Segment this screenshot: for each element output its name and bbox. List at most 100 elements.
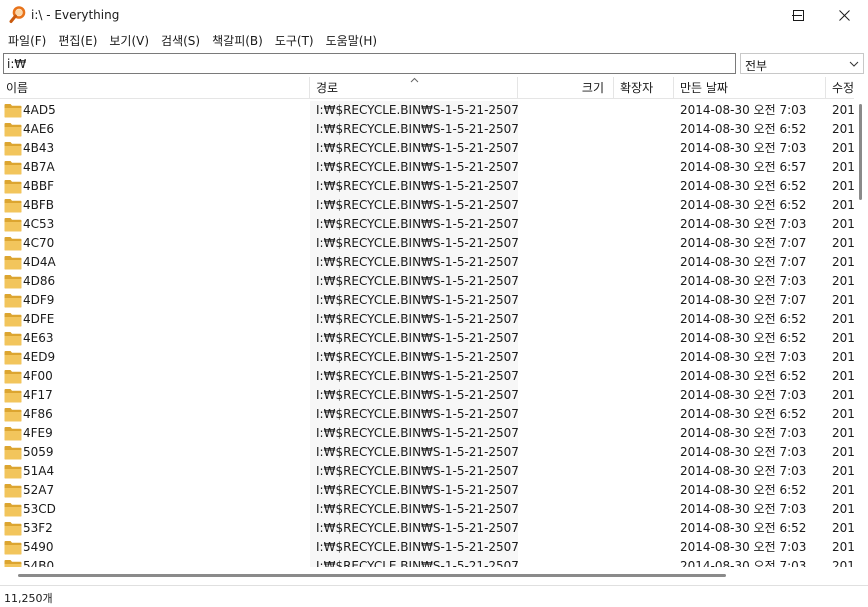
name-cell: 53F2	[4, 519, 306, 538]
filter-dropdown[interactable]: 전부	[740, 53, 864, 74]
file-name: 4E63	[23, 331, 54, 345]
created-cell: 2014-08-30 오전 7:03	[680, 540, 807, 554]
table-row[interactable]: 54B0 I:₩$RECYCLE.BIN₩S-1-5-21-25073... 201…	[0, 557, 854, 567]
folder-icon	[4, 294, 22, 308]
table-row[interactable]: 4C70 I:₩$RECYCLE.BIN₩S-1-5-21-25073... 201…	[0, 234, 854, 253]
file-name: 5059	[23, 445, 54, 459]
folder-icon	[4, 123, 22, 137]
results-list[interactable]: 이름 경로 크기 확장자 만든 날짜 수정 4AD5 I:₩$RECYCLE.BI…	[0, 77, 854, 567]
search-input[interactable]	[3, 53, 736, 74]
file-name: 4BFB	[23, 198, 55, 212]
rows-container: 4AD5 I:₩$RECYCLE.BIN₩S-1-5-21-25073... 201…	[0, 101, 854, 567]
menu-item-4[interactable]: 책갈피(B)	[206, 31, 269, 51]
result-count: 11,250개	[4, 592, 53, 605]
horizontal-scrollbar[interactable]	[0, 567, 854, 583]
menu-item-1[interactable]: 편집(E)	[52, 31, 103, 51]
folder-icon	[4, 180, 22, 194]
path-cell: I:₩$RECYCLE.BIN₩S-1-5-21-25073...	[310, 329, 518, 348]
column-extension[interactable]: 확장자	[614, 77, 674, 99]
table-row[interactable]: 4AD5 I:₩$RECYCLE.BIN₩S-1-5-21-25073... 201…	[0, 101, 854, 120]
folder-icon	[4, 522, 22, 536]
table-row[interactable]: 4BFB I:₩$RECYCLE.BIN₩S-1-5-21-25073... 201…	[0, 196, 854, 215]
table-row[interactable]: 4D4A I:₩$RECYCLE.BIN₩S-1-5-21-25073... 201…	[0, 253, 854, 272]
menu-item-6[interactable]: 도움말(H)	[320, 31, 384, 51]
modified-cell: 201	[832, 141, 854, 155]
file-name: 4DF9	[23, 293, 55, 307]
table-row[interactable]: 4FE9 I:₩$RECYCLE.BIN₩S-1-5-21-25073... 201…	[0, 424, 854, 443]
modified-cell: 201	[832, 198, 854, 212]
name-cell: 5059	[4, 443, 306, 462]
path-cell: I:₩$RECYCLE.BIN₩S-1-5-21-25073...	[310, 462, 518, 481]
column-created[interactable]: 만든 날짜	[674, 77, 826, 99]
table-row[interactable]: 4D86 I:₩$RECYCLE.BIN₩S-1-5-21-25073... 201…	[0, 272, 854, 291]
close-button[interactable]	[821, 0, 867, 31]
menu-item-0[interactable]: 파일(F)	[2, 31, 52, 51]
created-cell: 2014-08-30 오전 6:52	[680, 369, 807, 383]
folder-icon	[4, 313, 22, 327]
table-row[interactable]: 4ED9 I:₩$RECYCLE.BIN₩S-1-5-21-25073... 201…	[0, 348, 854, 367]
menu-item-5[interactable]: 도구(T)	[269, 31, 320, 51]
created-cell: 2014-08-30 오전 7:03	[680, 426, 807, 440]
table-row[interactable]: 4AE6 I:₩$RECYCLE.BIN₩S-1-5-21-25073... 201…	[0, 120, 854, 139]
column-size[interactable]: 크기	[518, 77, 614, 99]
modified-cell: 201	[832, 369, 854, 383]
modified-cell: 201	[832, 217, 854, 231]
maximize-button[interactable]	[775, 0, 821, 31]
folder-icon	[4, 199, 22, 213]
folder-icon	[4, 275, 22, 289]
table-row[interactable]: 4F17 I:₩$RECYCLE.BIN₩S-1-5-21-25073... 201…	[0, 386, 854, 405]
name-cell: 51A4	[4, 462, 306, 481]
created-cell: 2014-08-30 오전 7:03	[680, 464, 807, 478]
table-row[interactable]: 53F2 I:₩$RECYCLE.BIN₩S-1-5-21-25073... 201…	[0, 519, 854, 538]
table-row[interactable]: 5059 I:₩$RECYCLE.BIN₩S-1-5-21-25073... 201…	[0, 443, 854, 462]
table-row[interactable]: 4BBF I:₩$RECYCLE.BIN₩S-1-5-21-25073... 201…	[0, 177, 854, 196]
created-cell: 2014-08-30 오전 7:03	[680, 350, 807, 364]
table-row[interactable]: 4B7A I:₩$RECYCLE.BIN₩S-1-5-21-25073... 201…	[0, 158, 854, 177]
menu-bar: 파일(F) 편집(E) 보기(V) 검색(S) 책갈피(B) 도구(T) 도움말(H)	[0, 31, 868, 51]
path-cell: I:₩$RECYCLE.BIN₩S-1-5-21-25073...	[310, 367, 518, 386]
vertical-scrollbar[interactable]	[854, 77, 868, 567]
table-row[interactable]: 52A7 I:₩$RECYCLE.BIN₩S-1-5-21-25073... 201…	[0, 481, 854, 500]
path-cell: I:₩$RECYCLE.BIN₩S-1-5-21-25073...	[310, 557, 518, 567]
path-cell: I:₩$RECYCLE.BIN₩S-1-5-21-25073...	[310, 538, 518, 557]
created-cell: 2014-08-30 오전 6:52	[680, 407, 807, 421]
table-row[interactable]: 4F86 I:₩$RECYCLE.BIN₩S-1-5-21-25073... 201…	[0, 405, 854, 424]
file-name: 4F00	[23, 369, 53, 383]
column-modified[interactable]: 수정	[826, 77, 854, 99]
modified-cell: 201	[832, 160, 854, 174]
file-name: 4B43	[23, 141, 55, 155]
path-cell: I:₩$RECYCLE.BIN₩S-1-5-21-25073...	[310, 253, 518, 272]
column-name[interactable]: 이름	[0, 77, 310, 99]
table-row[interactable]: 4E63 I:₩$RECYCLE.BIN₩S-1-5-21-25073... 201…	[0, 329, 854, 348]
path-cell: I:₩$RECYCLE.BIN₩S-1-5-21-25073...	[310, 272, 518, 291]
title-bar[interactable]: i:\ - Everything	[0, 0, 868, 31]
folder-icon	[4, 218, 22, 232]
table-row[interactable]: 51A4 I:₩$RECYCLE.BIN₩S-1-5-21-25073... 201…	[0, 462, 854, 481]
modified-cell: 201	[832, 293, 854, 307]
file-name: 53CD	[23, 502, 56, 516]
table-row[interactable]: 5490 I:₩$RECYCLE.BIN₩S-1-5-21-25073... 201…	[0, 538, 854, 557]
horizontal-scroll-thumb[interactable]	[18, 574, 726, 577]
created-cell: 2014-08-30 오전 6:52	[680, 179, 807, 193]
created-cell: 2014-08-30 오전 7:03	[680, 502, 807, 516]
file-name: 51A4	[23, 464, 55, 478]
table-row[interactable]: 4DFE I:₩$RECYCLE.BIN₩S-1-5-21-25073... 201…	[0, 310, 854, 329]
name-cell: 4B7A	[4, 158, 306, 177]
modified-cell: 201	[832, 103, 854, 117]
table-row[interactable]: 4B43 I:₩$RECYCLE.BIN₩S-1-5-21-25073... 201…	[0, 139, 854, 158]
name-cell: 54B0	[4, 557, 306, 567]
folder-icon	[4, 161, 22, 175]
table-row[interactable]: 53CD I:₩$RECYCLE.BIN₩S-1-5-21-25073... 201…	[0, 500, 854, 519]
table-row[interactable]: 4DF9 I:₩$RECYCLE.BIN₩S-1-5-21-25073... 201…	[0, 291, 854, 310]
name-cell: 53CD	[4, 500, 306, 519]
name-cell: 4DF9	[4, 291, 306, 310]
vertical-scroll-thumb[interactable]	[859, 104, 862, 200]
folder-icon	[4, 142, 22, 156]
table-row[interactable]: 4C53 I:₩$RECYCLE.BIN₩S-1-5-21-25073... 201…	[0, 215, 854, 234]
sort-ascending-icon	[410, 77, 419, 83]
name-cell: 4C70	[4, 234, 306, 253]
menu-item-2[interactable]: 보기(V)	[103, 31, 155, 51]
table-row[interactable]: 4F00 I:₩$RECYCLE.BIN₩S-1-5-21-25073... 201…	[0, 367, 854, 386]
menu-item-3[interactable]: 검색(S)	[155, 31, 206, 51]
created-cell: 2014-08-30 오전 7:03	[680, 217, 807, 231]
